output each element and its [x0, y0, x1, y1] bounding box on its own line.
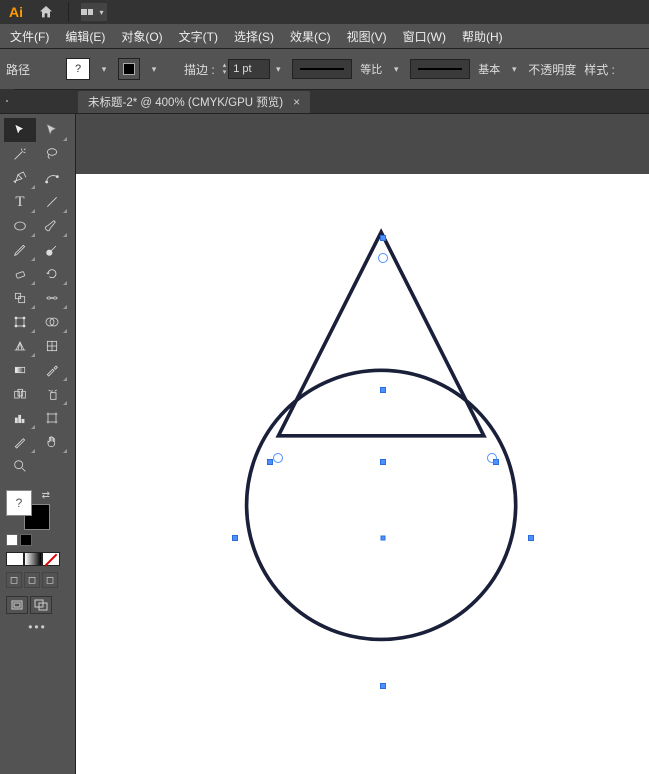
free-transform-tool[interactable] [4, 310, 36, 334]
variable-width-profile[interactable] [292, 59, 352, 79]
paintbrush-tool[interactable] [36, 214, 68, 238]
home-icon[interactable] [36, 2, 56, 22]
color-swap: ? ⇄ [0, 486, 75, 534]
eraser-tool[interactable] [4, 262, 36, 286]
fill-dropdown-icon[interactable]: ▾ [98, 58, 110, 80]
menu-effect[interactable]: 效果(C) [282, 24, 339, 49]
slice-tool[interactable] [4, 430, 36, 454]
profile-label: 等比 [360, 61, 382, 77]
tools-panel: T ? ⇄ [0, 114, 76, 774]
blob-brush-tool[interactable] [36, 238, 68, 262]
screen-mode-present-icon[interactable]: ◻ [42, 572, 58, 588]
anchor-point[interactable] [267, 459, 273, 465]
color-mode-solid[interactable] [6, 552, 24, 566]
color-mode-gradient[interactable] [24, 552, 42, 566]
stroke-weight-stepper[interactable]: ▴▾ 1 pt ▾ [223, 58, 285, 80]
screen-mode-normal-icon[interactable]: ◻ [6, 572, 22, 588]
smooth-point-indicator [487, 453, 497, 463]
default-colors-icon[interactable] [6, 534, 18, 546]
anchor-point[interactable] [380, 235, 386, 241]
lasso-tool[interactable] [36, 142, 68, 166]
rotate-tool[interactable] [36, 262, 68, 286]
screen-mode-full-icon[interactable]: ◻ [24, 572, 40, 588]
smooth-point-indicator [378, 253, 388, 263]
document-tab-bar: 未标题-2* @ 400% (CMYK/GPU 预览) × [0, 90, 649, 114]
mesh-tool[interactable] [36, 334, 68, 358]
stroke-dropdown-icon[interactable]: ▾ [148, 58, 160, 80]
menu-view[interactable]: 视图(V) [339, 24, 395, 49]
brush-definition[interactable] [410, 59, 470, 79]
blend-tool[interactable] [4, 382, 36, 406]
menu-file[interactable]: 文件(F) [2, 24, 57, 49]
options-bar: 路径 ? ▾ ▾ 描边 : ▴▾ 1 pt ▾ 等比 ▾ 基本 ▾ 不透明度 样… [0, 48, 649, 90]
selection-type-label: 路径 [6, 61, 30, 78]
line-segment-tool[interactable] [36, 190, 68, 214]
stroke-label: 描边 : [184, 61, 215, 78]
menu-edit[interactable]: 编辑(E) [57, 24, 113, 49]
stroke-swatch[interactable] [118, 58, 140, 80]
menu-object[interactable]: 对象(O) [113, 24, 170, 49]
style-label: 样式 : [584, 61, 615, 78]
close-icon[interactable]: × [293, 95, 300, 109]
scale-tool[interactable] [4, 286, 36, 310]
draw-normal-icon[interactable] [6, 596, 28, 614]
eyedropper-tool[interactable] [36, 358, 68, 382]
vector-artwork[interactable] [76, 174, 649, 774]
artboard[interactable] [76, 174, 649, 774]
anchor-point[interactable] [380, 683, 386, 689]
width-tool[interactable] [36, 286, 68, 310]
default-colors-icon-2[interactable] [20, 534, 32, 546]
hand-tool[interactable] [36, 430, 68, 454]
menu-type[interactable]: 文字(T) [171, 24, 226, 49]
anchor-point[interactable] [528, 535, 534, 541]
fill-swatch[interactable]: ? [66, 58, 90, 80]
pencil-tool[interactable] [4, 238, 36, 262]
opacity-label[interactable]: 不透明度 [528, 61, 576, 78]
tab-title: 未标题-2* @ 400% (CMYK/GPU 预览) [88, 94, 283, 110]
brush-dropdown-icon[interactable]: ▾ [508, 58, 520, 80]
stroke-weight-value[interactable]: 1 pt [228, 59, 270, 79]
swap-colors-icon[interactable]: ⇄ [42, 490, 50, 501]
stroke-weight-dropdown-icon[interactable]: ▾ [272, 58, 284, 80]
anchor-point[interactable] [380, 387, 386, 393]
symbol-sprayer-tool[interactable] [36, 382, 68, 406]
gradient-tool[interactable] [4, 358, 36, 382]
fill-color-swatch[interactable]: ? [6, 490, 32, 516]
magic-wand-tool[interactable] [4, 142, 36, 166]
zoom-tool[interactable] [4, 454, 36, 478]
menu-window[interactable]: 窗口(W) [395, 24, 454, 49]
workspace-switcher[interactable]: ▾ [81, 3, 107, 21]
selection-tool[interactable] [4, 118, 36, 142]
menu-select[interactable]: 选择(S) [226, 24, 282, 49]
menu-help[interactable]: 帮助(H) [454, 24, 511, 49]
divider [68, 2, 69, 22]
perspective-grid-tool[interactable] [4, 334, 36, 358]
column-graph-tool[interactable] [4, 406, 36, 430]
color-mode-row [0, 550, 75, 568]
ellipse-tool[interactable] [4, 214, 36, 238]
anchor-point[interactable] [380, 459, 386, 465]
tool-spacer [36, 454, 68, 478]
pen-tool[interactable] [4, 166, 36, 190]
profile-dropdown-icon[interactable]: ▾ [390, 58, 402, 80]
brush-label: 基本 [478, 61, 500, 77]
direct-selection-tool[interactable] [36, 118, 68, 142]
smooth-point-indicator [273, 453, 283, 463]
artboard-tool[interactable] [36, 406, 68, 430]
anchor-point[interactable] [232, 535, 238, 541]
curvature-tool[interactable] [36, 166, 68, 190]
menu-bar: 文件(F) 编辑(E) 对象(O) 文字(T) 选择(S) 效果(C) 视图(V… [0, 24, 649, 48]
app-logo: Ai [4, 2, 28, 22]
more-tools-icon[interactable]: ••• [0, 618, 75, 636]
color-mode-none[interactable] [42, 552, 60, 566]
tab-document-1[interactable]: 未标题-2* @ 400% (CMYK/GPU 预览) × [78, 91, 310, 113]
center-point[interactable] [381, 536, 386, 541]
tab-drag-handle-icon[interactable] [0, 89, 14, 113]
shape-builder-tool[interactable] [36, 310, 68, 334]
canvas-area[interactable] [76, 114, 649, 774]
draw-behind-icon[interactable] [30, 596, 52, 614]
type-tool[interactable]: T [4, 190, 36, 214]
